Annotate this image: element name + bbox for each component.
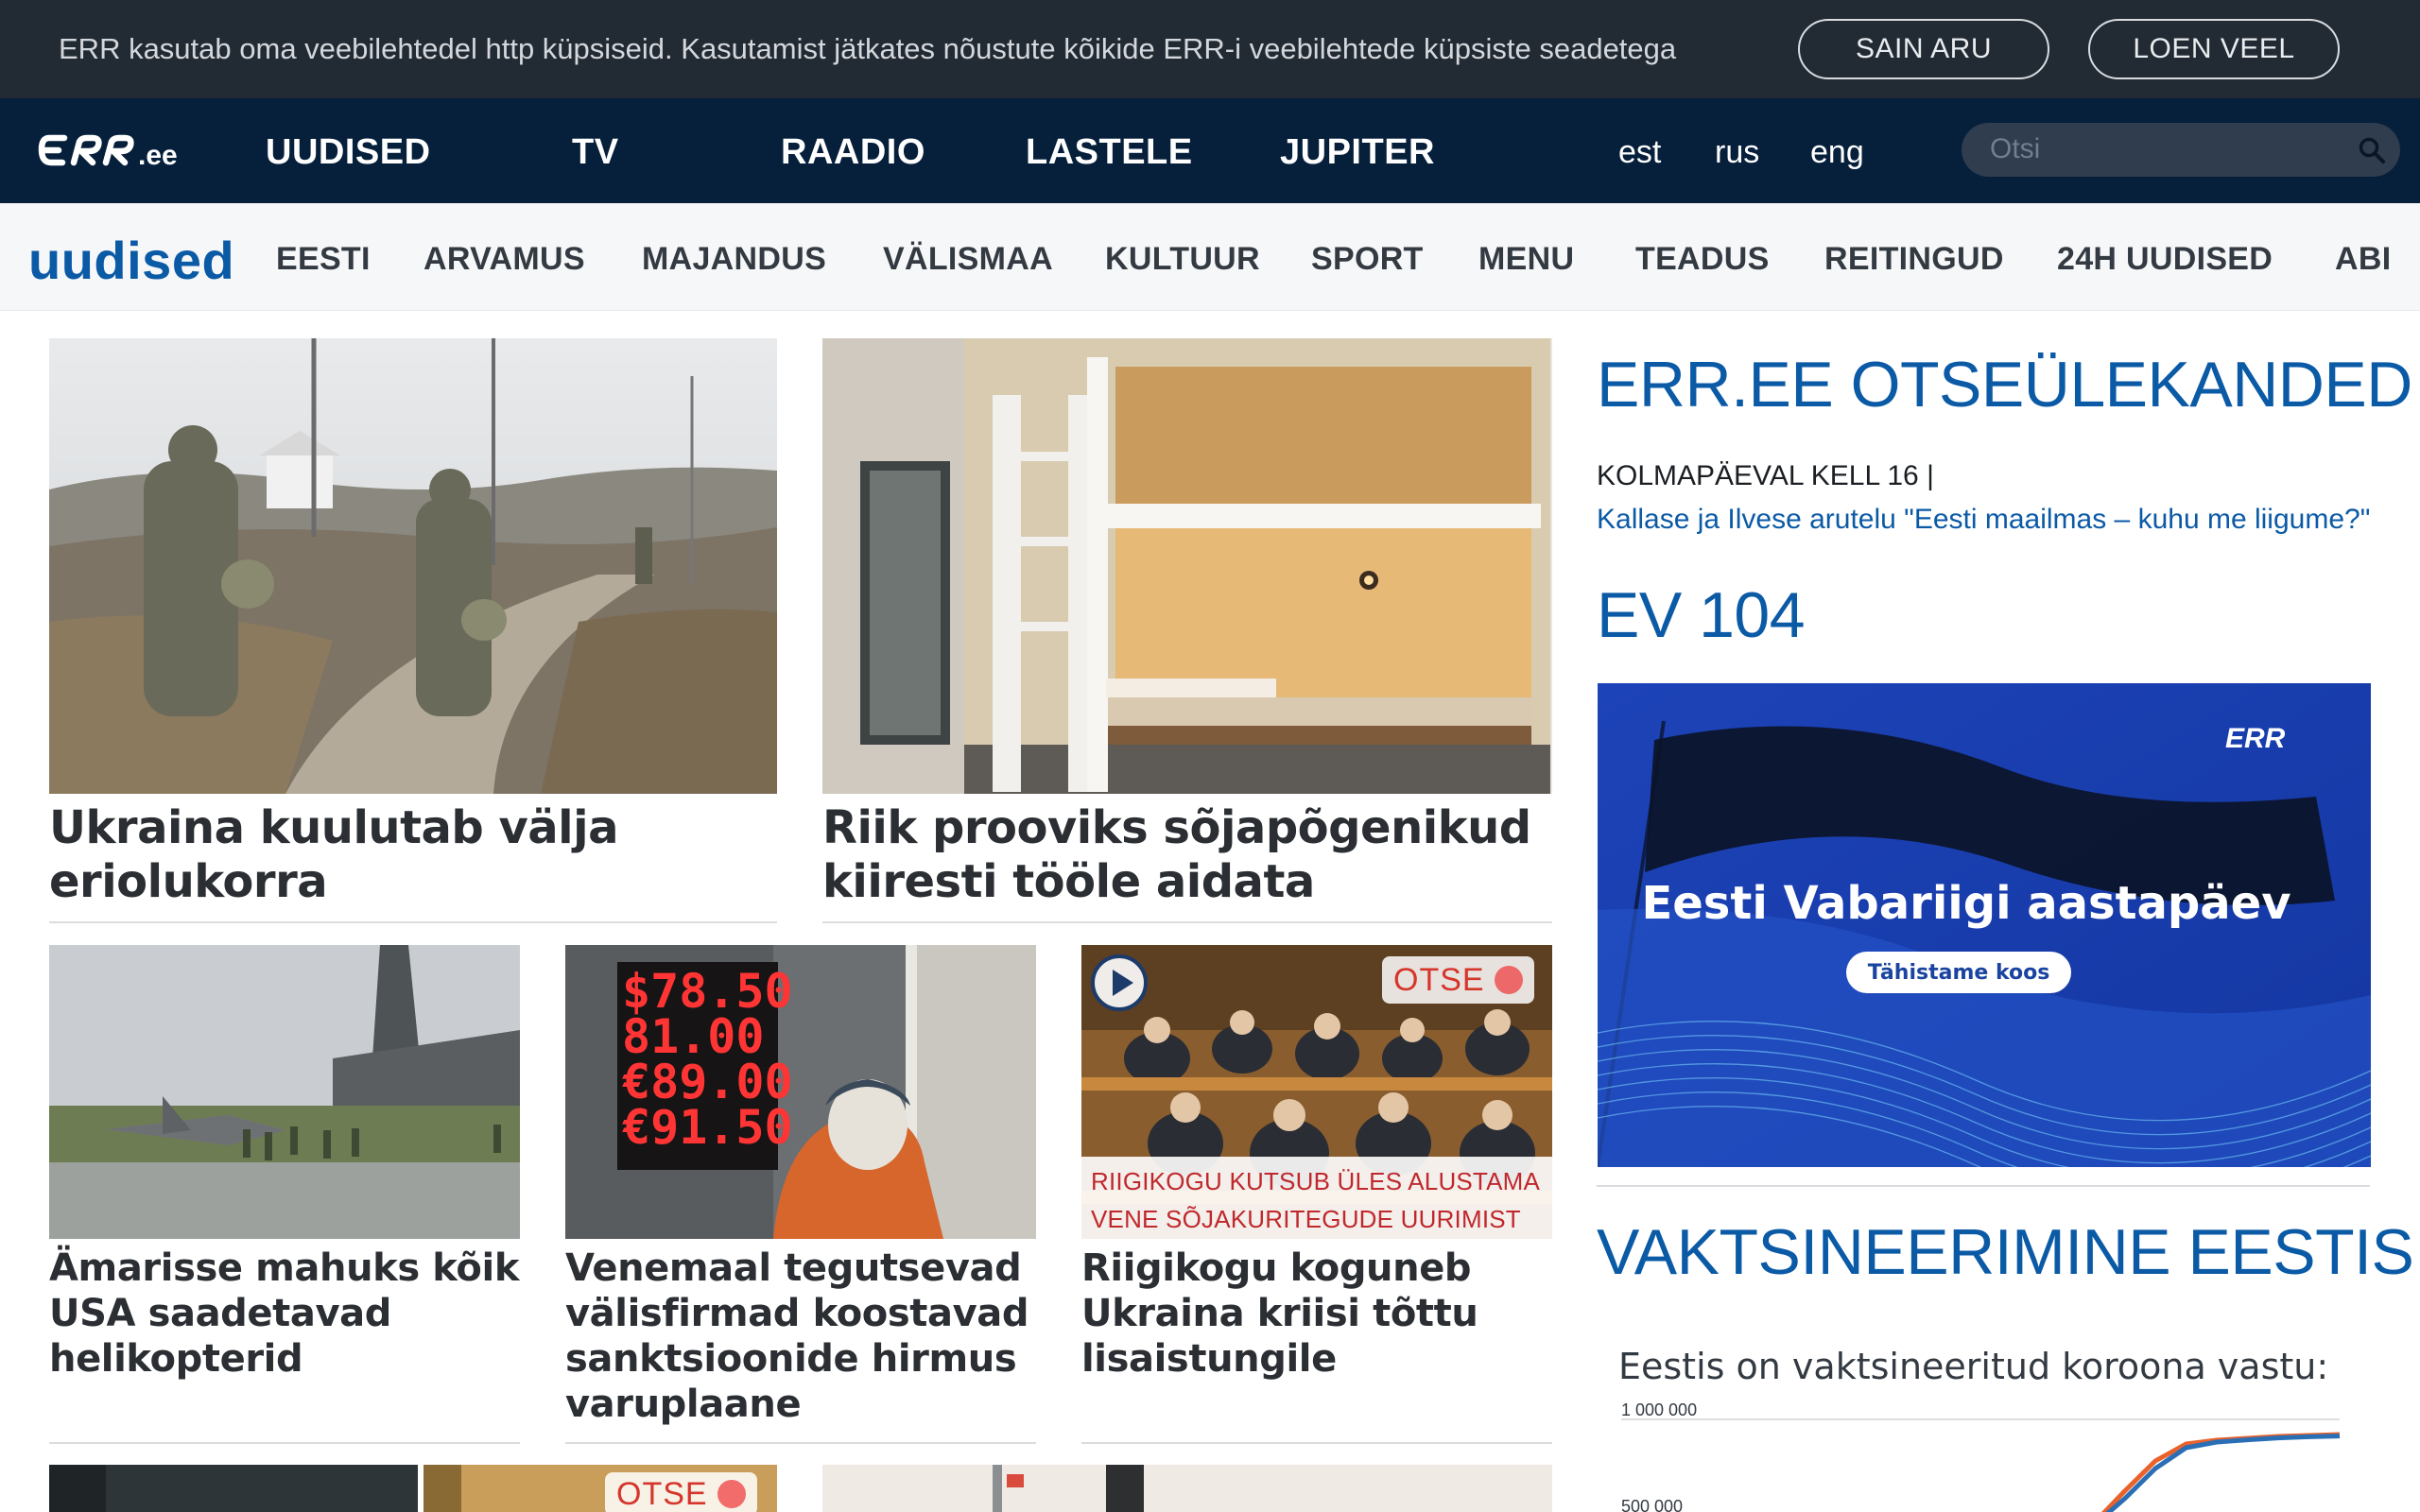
section-item-majandus[interactable]: MAJANDUS [642,241,826,278]
nav-item-tv[interactable]: TV [572,132,619,173]
bunk-bed-photo [822,338,1552,794]
vaccination-heading[interactable]: VAKTSINEERIMINE EESTIS [1597,1215,2414,1289]
article-headline[interactable]: Ukraina kuulutab välja eriolukorra [49,801,777,909]
lang-eng[interactable]: eng [1810,134,1864,171]
exchange-board-photo: $78.50 81.00 €89.00 €91.50 [565,945,1036,1239]
vaccination-caption: Eestis on vaktsineeritud koroona vastu: [1618,1346,2329,1387]
section-item-teadus[interactable]: TEADUS [1635,241,1770,278]
live-dot-icon [1494,966,1523,994]
article-image-airfield[interactable] [49,945,520,1239]
soldiers-photo [49,338,777,794]
image-caption: RIIGIKOGU KUTSUB ÜLES ALUSTAMA VENE SÕJA… [1081,1157,1552,1239]
cookie-accept-button[interactable]: SAIN ARU [1798,19,2049,79]
banner-celebrate-button[interactable]: Tähistame koos [1846,952,2071,993]
live-broadcasts-heading[interactable]: ERR.EE OTSEÜLEKANDED [1597,348,2412,421]
article-card[interactable]: Ukraina kuulutab välja eriolukorra [49,338,777,924]
cookie-banner: ERR kasutab oma veebilehtedel http küpsi… [0,0,2420,98]
sidebar-divider [1597,1185,2370,1187]
search-input[interactable] [1990,130,2340,168]
price-label: €91.50 [622,1100,793,1155]
live-broadcast-link[interactable]: Kallase ja Ilvese arutelu "Eesti maailma… [1597,504,2370,536]
article-image-soldiers[interactable] [49,338,777,794]
article-divider [49,921,777,923]
article-divider [565,1442,1036,1444]
vaccination-chart: 1 000 000 500 000 [1621,1400,2341,1512]
article-card[interactable]: $78.50 81.00 €89.00 €91.50 Venemaal tegu… [565,945,1036,1444]
lang-rus[interactable]: rus [1715,134,1759,171]
article-card[interactable]: Riik prooviks sõjapõgenikud kiiresti töö… [822,338,1552,924]
ev-heading[interactable]: EV 104 [1597,578,1806,652]
live-broadcast-time: KOLMAPÄEVAL KELL 16 | [1597,460,1934,491]
article-image-bunk-beds[interactable] [822,338,1552,794]
partial-photo [822,1465,1552,1512]
svg-text:.ee: .ee [138,140,178,171]
airfield-photo [49,945,520,1239]
err-logo[interactable]: .ee [38,129,184,174]
section-item-kultuur[interactable]: KULTUUR [1105,241,1260,278]
section-item-sport[interactable]: SPORT [1311,241,1424,278]
live-badge-label: OTSE [616,1475,708,1512]
live-badge: OTSE [605,1472,757,1512]
cookie-read-more-button[interactable]: LOEN VEEL [2088,19,2340,79]
banner-logo: ERR [2225,723,2286,754]
article-card[interactable]: OTSE [49,1465,777,1512]
search-box [1962,123,2400,177]
article-image-partial[interactable]: OTSE [49,1465,777,1512]
section-navigation: uudised EESTI ARVAMUS MAJANDUS VÄLISMAA … [0,203,2420,311]
section-item-reitingud[interactable]: REITINGUD [1824,241,2004,278]
article-card[interactable]: Ämarisse mahuks kõik USA saadetavad heli… [49,945,520,1444]
nav-item-raadio[interactable]: RAADIO [781,132,925,173]
article-image-parliament[interactable]: OTSE RIIGIKOGU KUTSUB ÜLES ALUSTAMA VENE… [1081,945,1552,1239]
chart-series-line [2105,1434,2341,1512]
section-item-menu[interactable]: MENU [1478,241,1574,278]
image-caption-line: RIIGIKOGU KUTSUB ÜLES ALUSTAMA [1091,1167,1541,1195]
article-headline[interactable]: Venemaal tegutsevad välisfirmad koostava… [565,1246,1036,1427]
live-badge: OTSE [1382,956,1534,1004]
article-divider [1081,1442,1552,1444]
article-card[interactable]: OTSE RIIGIKOGU KUTSUB ÜLES ALUSTAMA VENE… [1081,945,1552,1444]
search-icon[interactable] [2357,135,2387,165]
chart-y-tick-label: 500 000 [1621,1497,1683,1512]
article-headline[interactable]: Ämarisse mahuks kõik USA saadetavad heli… [49,1246,520,1382]
section-item-valismaa[interactable]: VÄLISMAA [883,241,1053,278]
article-image-exchange-board[interactable]: $78.50 81.00 €89.00 €91.50 [565,945,1036,1239]
cookie-notice-text: ERR kasutab oma veebilehtedel http küpsi… [59,32,1677,65]
nav-item-uudised[interactable]: UUDISED [266,132,431,173]
live-badge-label: OTSE [1393,961,1485,998]
section-title[interactable]: uudised [28,230,234,291]
image-caption-line: VENE SÕJAKURITEGUDE UURIMIST [1091,1205,1521,1233]
section-item-24h-uudised[interactable]: 24H UUDISED [2057,241,2273,278]
article-headline[interactable]: Riik prooviks sõjapõgenikud kiiresti töö… [822,801,1552,909]
chart-y-tick-label: 1 000 000 [1621,1400,1697,1419]
section-item-arvamus[interactable]: ARVAMUS [424,241,585,278]
main-navigation: .ee UUDISED TV RAADIO LASTELE JUPITER es… [0,98,2420,203]
banner-title: Eesti Vabariigi aastapäev [1641,877,2291,930]
article-divider [49,1442,520,1444]
article-headline[interactable]: Riigikogu koguneb Ukraina kriisi tõttu l… [1081,1246,1552,1382]
article-divider [822,921,1552,923]
lang-est[interactable]: est [1618,134,1661,171]
section-item-eesti[interactable]: EESTI [276,241,371,278]
article-card[interactable] [822,1465,1552,1512]
err-logo-icon: .ee [38,134,178,171]
nav-item-lastele[interactable]: LASTELE [1026,132,1193,173]
section-item-abi[interactable]: ABI [2335,241,2391,278]
chart-series-line [2101,1432,2341,1512]
article-image-partial[interactable] [822,1465,1552,1512]
ev-promo-banner[interactable]: ERR Eesti Vabariigi aastapäev Tähistame … [1598,683,2371,1167]
live-dot-icon [717,1480,746,1508]
nav-item-jupiter[interactable]: JUPITER [1280,132,1435,173]
